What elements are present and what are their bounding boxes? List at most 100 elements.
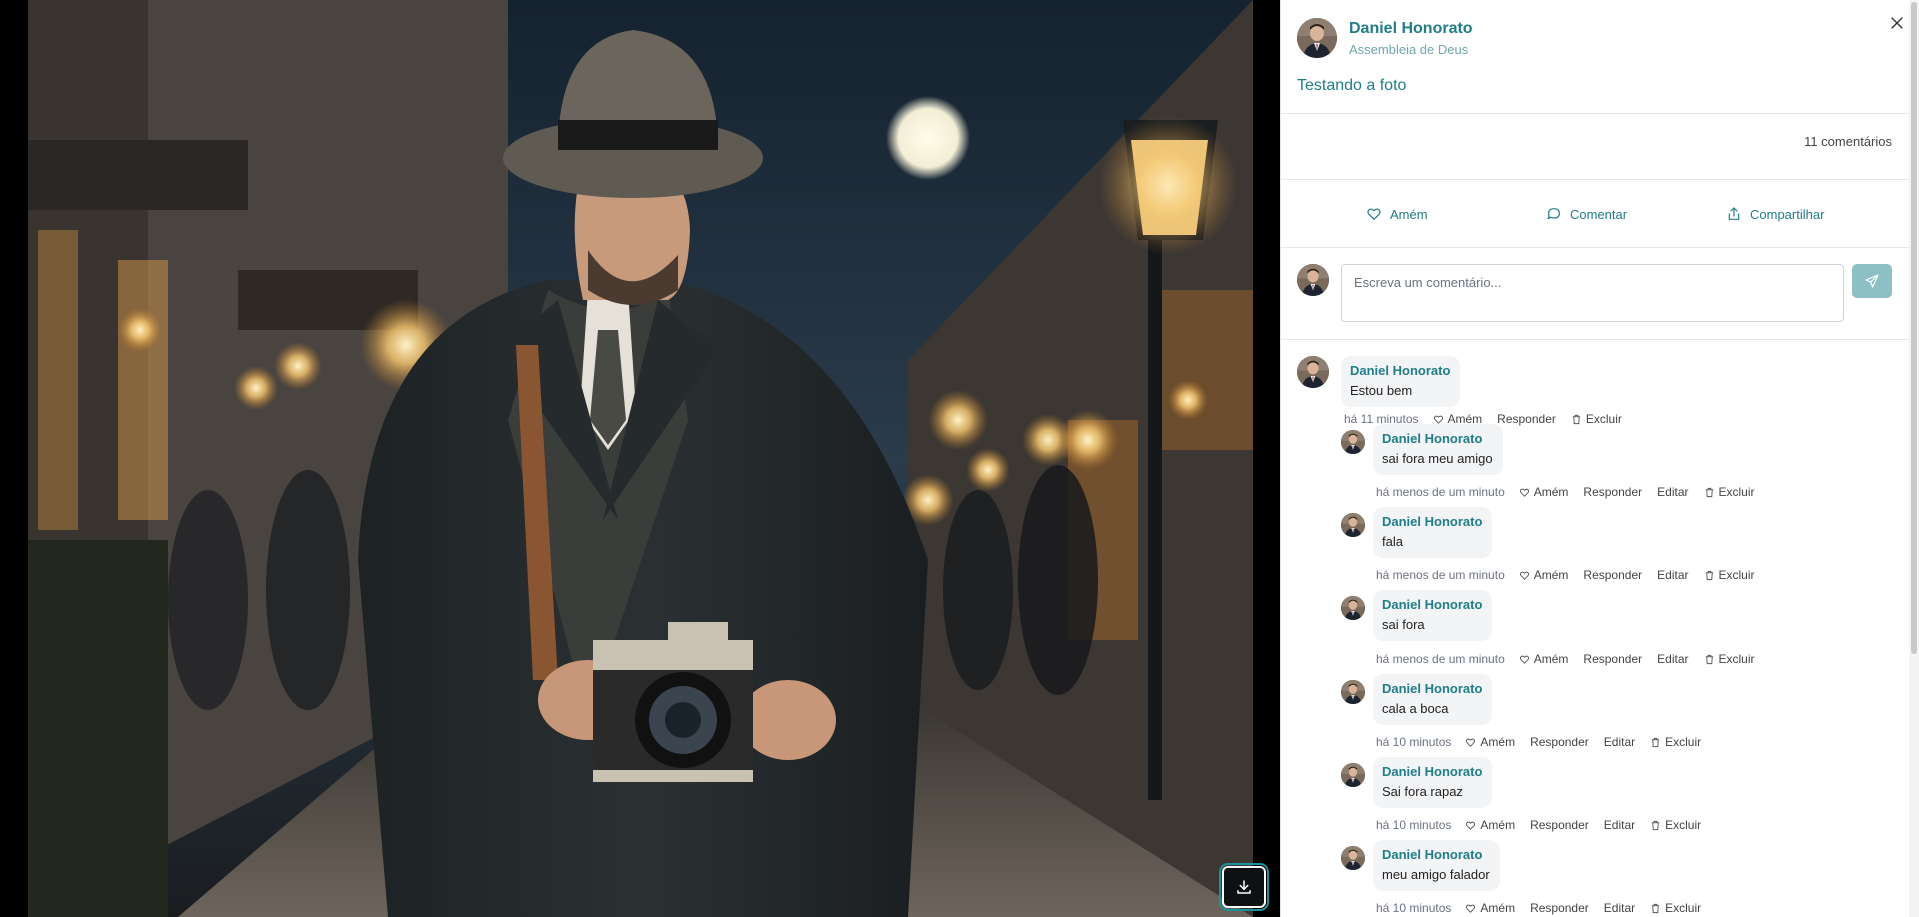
- comment-time: há menos de um minuto: [1376, 568, 1505, 582]
- amen-button[interactable]: Amém: [1366, 206, 1428, 222]
- heart-icon: [1367, 208, 1381, 220]
- comment-reply-button[interactable]: Responder: [1583, 652, 1642, 666]
- comment-text: cala a boca: [1382, 701, 1449, 716]
- post-text: Testando a foto: [1297, 77, 1407, 94]
- comment-bubble: Daniel Honorato fala: [1373, 507, 1493, 558]
- download-button[interactable]: [1219, 863, 1269, 911]
- post-author-name[interactable]: Daniel Honorato: [1349, 20, 1473, 38]
- comment-edit-button[interactable]: Editar: [1657, 568, 1688, 582]
- comment-item: Daniel Honorato Estou bem há 11 minutos …: [1281, 340, 1910, 430]
- comment-author[interactable]: Daniel Honorato: [1382, 512, 1482, 532]
- send-icon: [1865, 274, 1879, 288]
- comment-amen-label: Amém: [1533, 652, 1569, 666]
- comment-meta: há 10 minutos Amém Responder Editar Excl…: [1376, 901, 1716, 915]
- comment-author[interactable]: Daniel Honorato: [1382, 595, 1482, 615]
- comment-amen-button[interactable]: Amém: [1465, 735, 1515, 749]
- comment-edit-label: Editar: [1603, 818, 1636, 832]
- comment-amen-button[interactable]: Amém: [1519, 485, 1568, 499]
- close-button[interactable]: [1890, 16, 1904, 30]
- heart-icon: [1519, 655, 1529, 664]
- post-header: Daniel Honorato Assembleia de Deus Testa…: [1281, 0, 1910, 114]
- avatar[interactable]: [1341, 680, 1365, 704]
- comments-list: Daniel Honorato Estou bem há 11 minutos …: [1281, 340, 1910, 917]
- post-actions: Amém Comentar Compartilhar: [1281, 180, 1910, 248]
- comment-author[interactable]: Daniel Honorato: [1382, 429, 1493, 449]
- comment-reply-button[interactable]: Responder: [1583, 485, 1642, 499]
- comment-button[interactable]: Comentar: [1546, 206, 1627, 222]
- comment-reply-button[interactable]: Responder: [1530, 818, 1589, 832]
- comment-delete-button[interactable]: Excluir: [1571, 412, 1622, 426]
- comment-edit-button[interactable]: Editar: [1604, 901, 1635, 915]
- download-icon: [1237, 880, 1251, 894]
- comment-delete-label: Excluir: [1665, 735, 1702, 749]
- share-button[interactable]: Compartilhar: [1726, 206, 1824, 222]
- comment-input[interactable]: [1341, 264, 1844, 322]
- comment-delete-label: Excluir: [1718, 485, 1755, 499]
- avatar[interactable]: [1341, 846, 1365, 870]
- comment-bubble: Daniel Honorato Sai fora rapaz: [1373, 757, 1493, 808]
- comment-amen-button[interactable]: Amém: [1519, 652, 1569, 666]
- comment-meta: há 10 minutos Amém Responder Editar Excl…: [1376, 735, 1716, 749]
- scrollbar[interactable]: [1909, 0, 1919, 917]
- comment-amen-button[interactable]: Amém: [1519, 568, 1569, 582]
- share-icon: [1728, 207, 1740, 220]
- comment-reply-button[interactable]: Responder: [1530, 901, 1589, 915]
- comment-edit-button[interactable]: Editar: [1657, 485, 1688, 499]
- comment-delete-button[interactable]: Excluir: [1704, 652, 1755, 666]
- comment-author[interactable]: Daniel Honorato: [1382, 762, 1482, 782]
- comment-edit-button[interactable]: Editar: [1657, 652, 1688, 666]
- heart-icon: [1433, 415, 1443, 424]
- comment-delete-label: Excluir: [1665, 818, 1702, 832]
- comment-amen-button[interactable]: Amém: [1465, 901, 1515, 915]
- comment-reply-button[interactable]: Responder: [1530, 735, 1589, 749]
- comment-reply-label: Responder: [1530, 818, 1589, 832]
- post-church-name: Assembleia de Deus: [1349, 42, 1469, 57]
- comment-delete-button[interactable]: Excluir: [1650, 901, 1701, 915]
- comment-time: há 10 minutos: [1376, 735, 1452, 749]
- scrollbar-thumb[interactable]: [1911, 2, 1917, 654]
- comment-delete-button[interactable]: Excluir: [1650, 735, 1701, 749]
- comment-time: há 10 minutos: [1376, 901, 1452, 915]
- comment-reply-button[interactable]: Responder: [1497, 412, 1556, 426]
- comment-time: há menos de um minuto: [1376, 485, 1505, 499]
- comment-text: fala: [1382, 534, 1403, 549]
- comment-author[interactable]: Daniel Honorato: [1382, 679, 1482, 699]
- comment-text: sai fora: [1382, 617, 1425, 632]
- avatar[interactable]: [1341, 763, 1365, 787]
- avatar[interactable]: [1341, 513, 1365, 537]
- heart-icon: [1519, 488, 1529, 497]
- comment-text: meu amigo falador: [1382, 867, 1490, 882]
- avatar[interactable]: [1297, 356, 1329, 388]
- comment-reply-label: Responder: [1583, 485, 1643, 499]
- comment-amen-button[interactable]: Amém: [1465, 818, 1515, 832]
- reply-item: Daniel Honorato meu amigo falador há 10 …: [1281, 840, 1910, 917]
- comment-delete-label: Excluir: [1718, 652, 1755, 666]
- comment-edit-label: Editar: [1657, 652, 1689, 666]
- app: Daniel Honorato Assembleia de Deus Testa…: [0, 0, 1919, 917]
- comment-amen-label: Amém: [1533, 568, 1569, 582]
- avatar[interactable]: [1297, 18, 1337, 58]
- comment-reply-label: Responder: [1530, 735, 1589, 749]
- comment-amen-label: Amém: [1480, 818, 1516, 832]
- comment-edit-button[interactable]: Editar: [1604, 735, 1635, 749]
- reply-item: Daniel Honorato fala há menos de um minu…: [1281, 507, 1910, 596]
- comment-reply-button[interactable]: Responder: [1583, 568, 1642, 582]
- comment-count[interactable]: 11 comentários: [1804, 134, 1892, 149]
- comment-edit-button[interactable]: Editar: [1604, 818, 1635, 832]
- avatar[interactable]: [1341, 430, 1365, 454]
- send-comment-button[interactable]: [1852, 264, 1892, 298]
- comment-edit-label: Editar: [1657, 568, 1689, 582]
- heart-icon: [1466, 904, 1476, 913]
- comment-delete-button[interactable]: Excluir: [1650, 818, 1701, 832]
- comment-author[interactable]: Daniel Honorato: [1350, 361, 1450, 381]
- comment-delete-button[interactable]: Excluir: [1704, 485, 1755, 499]
- heart-icon: [1466, 738, 1476, 747]
- post-details-panel: Daniel Honorato Assembleia de Deus Testa…: [1280, 0, 1919, 917]
- comment-edit-label: Editar: [1657, 485, 1689, 499]
- avatar[interactable]: [1341, 596, 1365, 620]
- chat-icon: [1547, 208, 1560, 220]
- comment-amen-label: Amém: [1480, 901, 1516, 915]
- comment-delete-button[interactable]: Excluir: [1704, 568, 1755, 582]
- comment-author[interactable]: Daniel Honorato: [1382, 845, 1490, 865]
- comment-label: Comentar: [1570, 206, 1628, 222]
